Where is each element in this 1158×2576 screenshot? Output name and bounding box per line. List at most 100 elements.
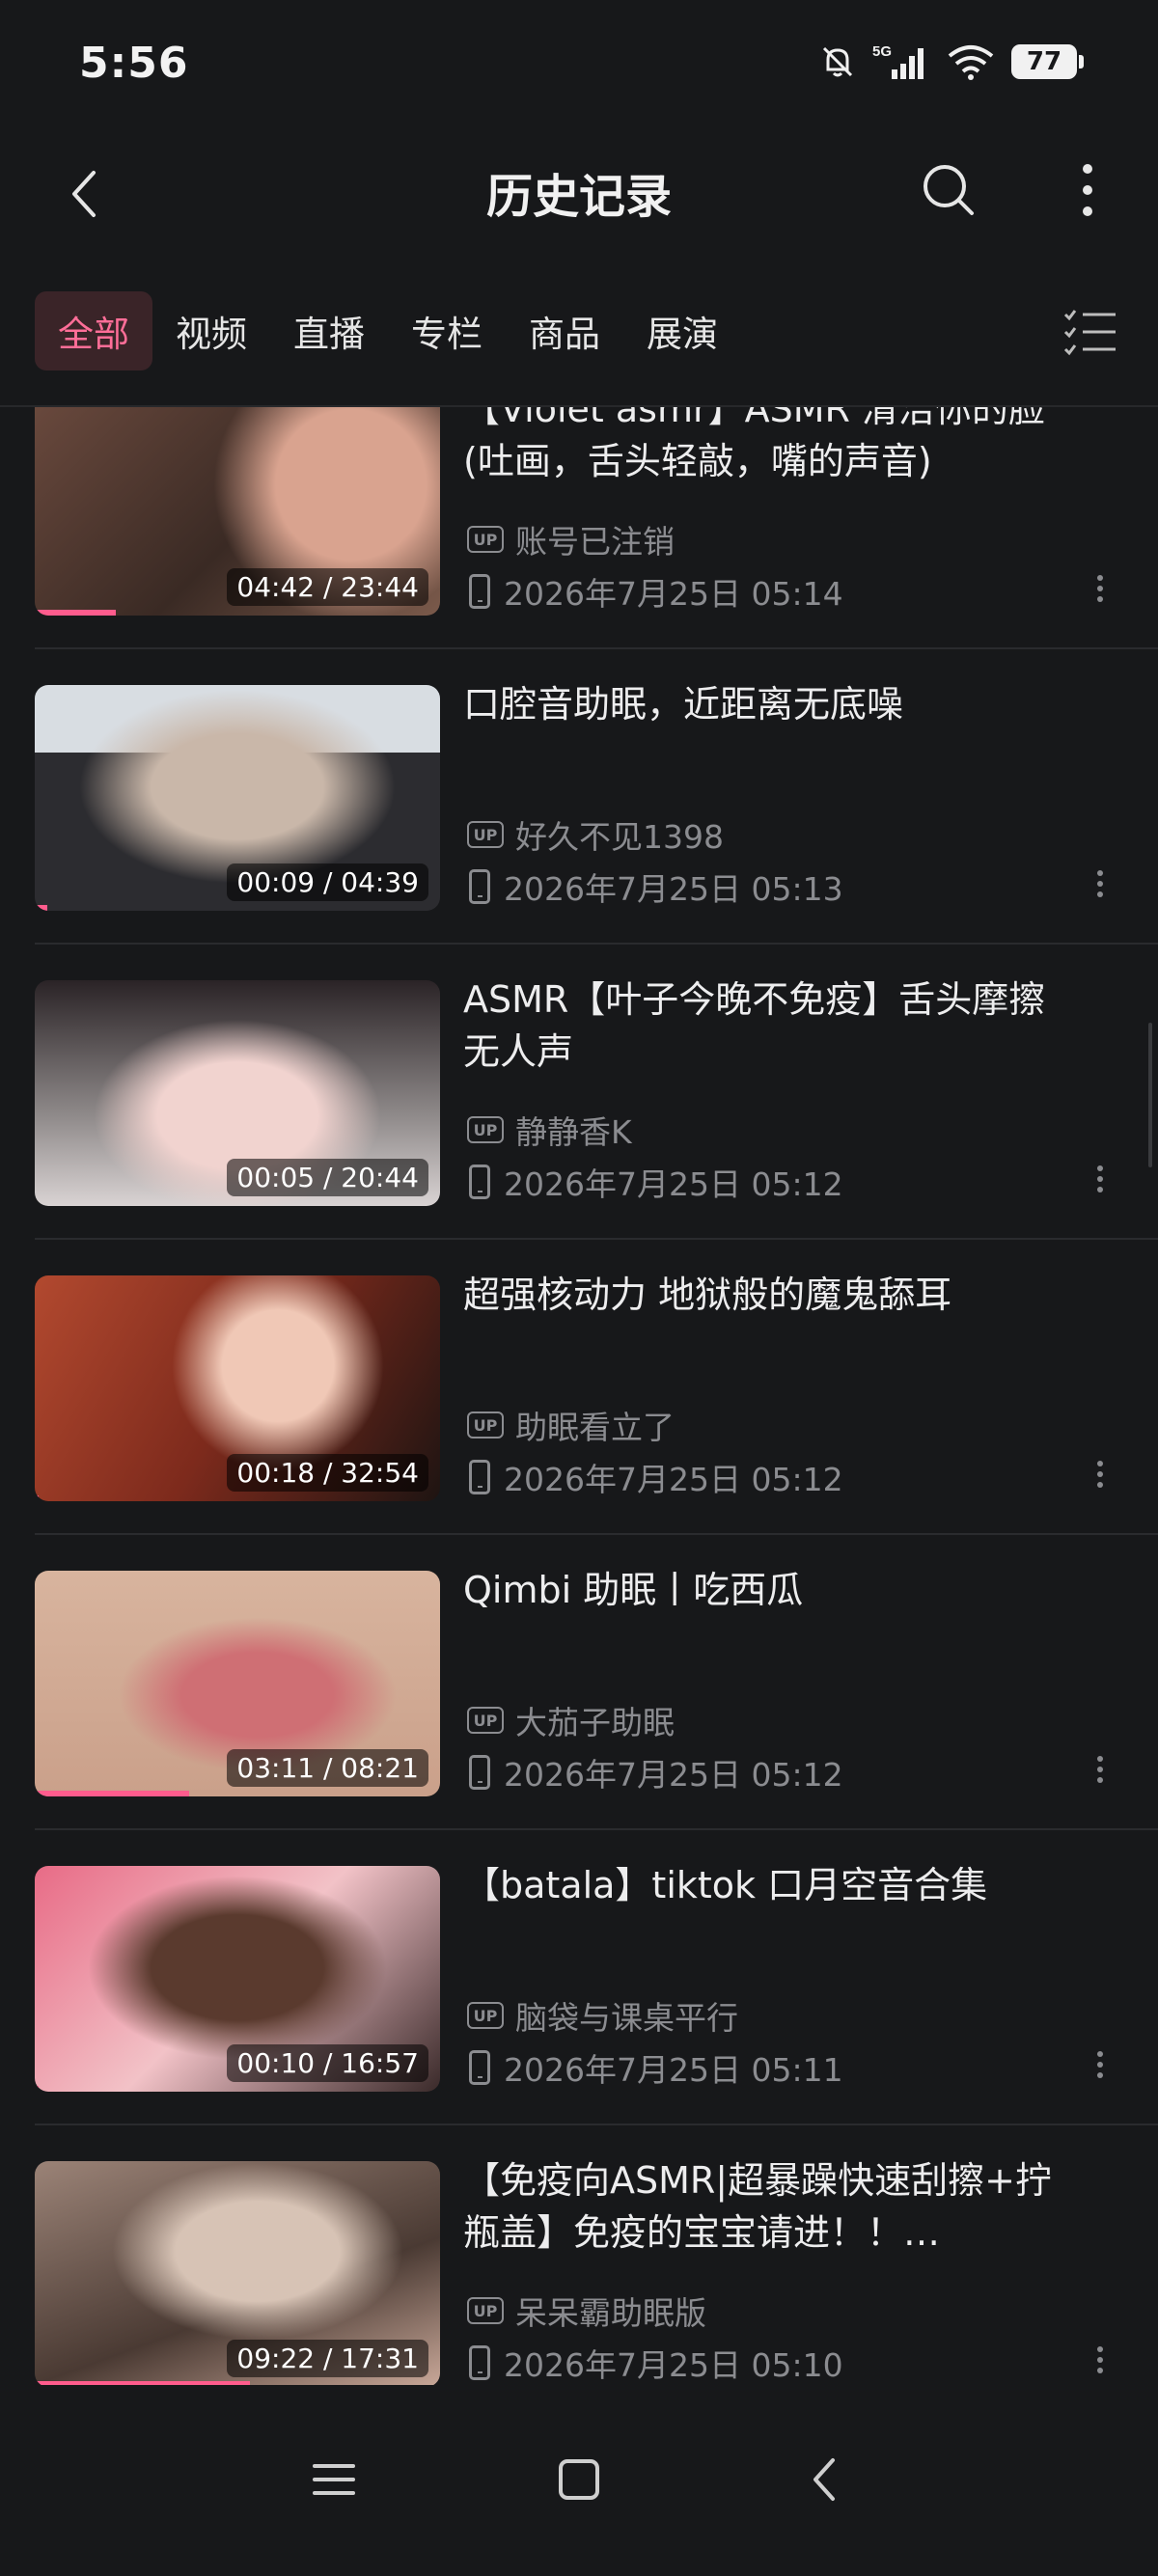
tab-1[interactable]: 视频 (152, 291, 270, 370)
category-tabs: 全部 视频 直播 专栏 商品 展演 (35, 291, 741, 370)
nav-menu-button[interactable] (295, 2441, 372, 2518)
duration-badge: 04:42 / 23:44 (227, 568, 428, 606)
home-square-icon (559, 2459, 599, 2500)
nav-home-button[interactable] (540, 2441, 618, 2518)
watch-time: 2026年7月25日 05:13 (504, 870, 843, 908)
watch-progress-bar (35, 610, 116, 616)
uploader-row: UP 好久不见1398 (467, 811, 724, 858)
history-item[interactable]: 00:05 / 20:44 ASMR【叶子今晚不免疫】舌头摩擦 无人声 UP 静静香K… (0, 945, 1158, 1240)
up-badge-icon: UP (467, 1411, 504, 1439)
history-item[interactable]: 00:09 / 04:39 口腔音助眠，近距离无底噪 UP 好久不见1398 2026年… (0, 649, 1158, 945)
status-bar: 5:56 5G 77 (0, 0, 1158, 135)
history-list-viewport[interactable]: 04:42 / 23:44 【Violet asmr】ASMR 清洁你的脸(吐画，… (0, 407, 1158, 2385)
video-thumbnail[interactable]: 03:11 / 08:21 (35, 1571, 440, 1796)
watch-progress-bar (35, 1495, 40, 1501)
uploader-name: 好久不见1398 (515, 818, 724, 856)
up-badge-icon: UP (467, 2297, 504, 2324)
video-thumbnail[interactable]: 00:18 / 32:54 (35, 1275, 440, 1501)
up-badge-icon: UP (467, 2002, 504, 2029)
signal-5g-icon: 5G (872, 43, 924, 79)
watch-time: 2026年7月25日 05:12 (504, 1461, 843, 1498)
phone-icon (469, 2050, 490, 2085)
video-thumbnail[interactable]: 04:42 / 23:44 (35, 407, 440, 616)
duration-badge: 00:09 / 04:39 (227, 863, 428, 901)
watch-time: 2026年7月25日 05:14 (504, 575, 843, 613)
tab-3[interactable]: 专栏 (388, 291, 506, 370)
phone-icon (469, 1460, 490, 1494)
history-item[interactable]: 04:42 / 23:44 【Violet asmr】ASMR 清洁你的脸(吐画，… (0, 407, 1158, 649)
phone-icon (469, 869, 490, 904)
more-options-button[interactable] (1054, 156, 1121, 224)
watch-progress-bar (35, 905, 47, 911)
video-thumbnail[interactable]: 00:09 / 04:39 (35, 685, 440, 911)
wifi-icon (948, 45, 994, 80)
duration-badge: 03:11 / 08:21 (227, 1749, 428, 1787)
search-button[interactable] (915, 156, 982, 224)
svg-text:5G: 5G (872, 43, 892, 60)
scrollbar[interactable] (1148, 1023, 1152, 1167)
video-title[interactable]: 【batala】tiktok 口月空音合集 (463, 1859, 1081, 1911)
video-title[interactable]: Qimbi 助眠丨吃西瓜 (463, 1564, 1081, 1616)
up-badge-icon: UP (467, 1707, 504, 1734)
video-title[interactable]: 【Violet asmr】ASMR 清洁你的脸(吐画，舌头轻敲，嘴的声音) (463, 407, 1081, 487)
system-nav-bar (0, 2385, 1158, 2576)
uploader-name: 大茄子助眠 (515, 1704, 675, 1741)
tab-0[interactable]: 全部 (35, 291, 152, 370)
uploader-row: UP 呆呆霸助眠版 (467, 2288, 706, 2334)
history-screen: 5:56 5G 77 历史记录 全部 视频 直播 专栏 商品 展演 04:42 … (0, 0, 1158, 2576)
app-header: 历史记录 (0, 135, 1158, 251)
item-more-button[interactable] (1081, 860, 1119, 908)
watch-time-row: 2026年7月25日 05:12 (469, 1454, 843, 1500)
video-title[interactable]: 超强核动力 地狱般的魔鬼舔耳 (463, 1269, 1081, 1321)
watch-time-row: 2026年7月25日 05:14 (469, 568, 843, 615)
uploader-name: 账号已注销 (515, 523, 675, 561)
menu-icon (313, 2464, 355, 2495)
watch-progress-bar (35, 1791, 189, 1796)
battery-indicator: 77 (1011, 44, 1084, 79)
list-check-icon (1063, 310, 1116, 356)
item-more-button[interactable] (1081, 564, 1119, 613)
item-more-button[interactable] (1081, 1450, 1119, 1498)
watch-time-row: 2026年7月25日 05:13 (469, 863, 843, 910)
uploader-name: 呆呆霸助眠版 (515, 2294, 706, 2332)
watch-time-row: 2026年7月25日 05:10 (469, 2340, 843, 2385)
status-time: 5:56 (79, 39, 189, 88)
uploader-row: UP 助眠看立了 (467, 1402, 675, 1448)
watch-time-row: 2026年7月25日 05:12 (469, 1749, 843, 1795)
tab-4[interactable]: 商品 (506, 291, 623, 370)
item-more-button[interactable] (1081, 2041, 1119, 2089)
video-thumbnail[interactable]: 00:05 / 20:44 (35, 980, 440, 1206)
duration-badge: 00:18 / 32:54 (227, 1454, 428, 1492)
filter-button[interactable] (1062, 307, 1119, 357)
nav-back-button[interactable] (786, 2441, 863, 2518)
watch-time: 2026年7月25日 05:12 (504, 1756, 843, 1794)
tab-2[interactable]: 直播 (270, 291, 388, 370)
watch-time-row: 2026年7月25日 05:12 (469, 1159, 843, 1205)
video-title[interactable]: 【免疫向ASMR|超暴躁快速刮擦+拧瓶盖】免疫的宝宝请进！！… (463, 2154, 1081, 2259)
uploader-row: UP 账号已注销 (467, 516, 675, 562)
tab-5[interactable]: 展演 (623, 291, 741, 370)
item-more-button[interactable] (1081, 1745, 1119, 1794)
up-badge-icon: UP (467, 1116, 504, 1143)
watch-progress-bar (35, 2086, 40, 2092)
history-list: 04:42 / 23:44 【Violet asmr】ASMR 清洁你的脸(吐画，… (0, 407, 1158, 2385)
item-more-button[interactable] (1081, 1155, 1119, 1203)
duration-badge: 09:22 / 17:31 (227, 2340, 428, 2377)
item-more-button[interactable] (1081, 2336, 1119, 2384)
more-vertical-icon (1083, 164, 1092, 216)
history-item[interactable]: 00:10 / 16:57 【batala】tiktok 口月空音合集 UP 脑袋与课… (0, 1830, 1158, 2125)
uploader-row: UP 静静香K (467, 1107, 632, 1153)
video-thumbnail[interactable]: 09:22 / 17:31 (35, 2161, 440, 2385)
video-title[interactable]: ASMR【叶子今晚不免疫】舌头摩擦 无人声 (463, 973, 1081, 1078)
history-item[interactable]: 00:18 / 32:54 超强核动力 地狱般的魔鬼舔耳 UP 助眠看立了 2026年7… (0, 1240, 1158, 1535)
video-title[interactable]: 口腔音助眠，近距离无底噪 (463, 678, 1081, 730)
watch-time: 2026年7月25日 05:10 (504, 2346, 843, 2384)
video-thumbnail[interactable]: 00:10 / 16:57 (35, 1866, 440, 2092)
duration-badge: 00:10 / 16:57 (227, 2044, 428, 2082)
duration-badge: 00:05 / 20:44 (227, 1159, 428, 1196)
history-item[interactable]: 03:11 / 08:21 Qimbi 助眠丨吃西瓜 UP 大茄子助眠 2026年7月2… (0, 1535, 1158, 1830)
bell-off-icon (822, 46, 853, 77)
uploader-row: UP 大茄子助眠 (467, 1697, 675, 1743)
phone-icon (469, 1165, 490, 1199)
history-item[interactable]: 09:22 / 17:31 【免疫向ASMR|超暴躁快速刮擦+拧瓶盖】免疫的宝宝请… (0, 2125, 1158, 2385)
